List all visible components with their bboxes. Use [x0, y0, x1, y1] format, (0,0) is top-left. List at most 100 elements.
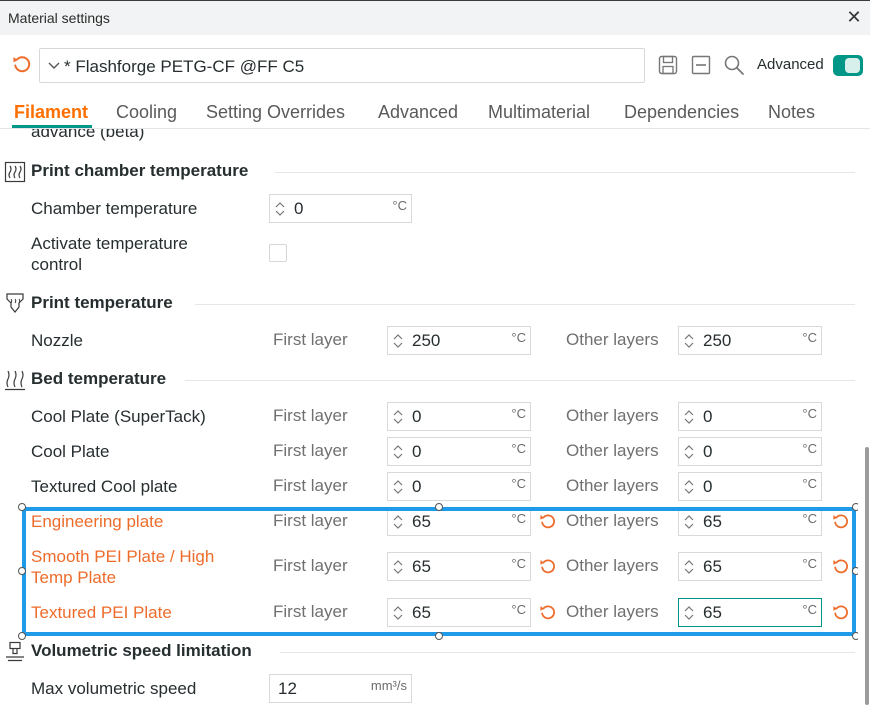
spin-arrows-icon[interactable]	[393, 409, 403, 425]
volumetric-speed-icon	[6, 641, 24, 662]
tab-dependencies[interactable]: Dependencies	[624, 102, 739, 123]
chevron-down-icon	[48, 62, 60, 69]
bed-first-layer-value: 0	[412, 407, 422, 426]
spin-arrows-icon[interactable]	[684, 444, 694, 460]
unit-label: °C	[511, 406, 526, 421]
unit-label: °C	[511, 330, 526, 345]
section-title-volumetric: Volumetric speed limitation	[31, 641, 252, 660]
chamber-temperature-input[interactable]: 0 °C	[269, 194, 412, 223]
bed-other-layers-input[interactable]: 0 °C	[678, 472, 822, 501]
unit-label: °C	[802, 441, 817, 456]
bed-other-layers-input[interactable]: 0 °C	[678, 402, 822, 431]
bed-row-label: Cool Plate (SuperTack)	[31, 407, 206, 426]
resize-handle[interactable]	[852, 503, 858, 511]
unit-label: °C	[392, 198, 407, 213]
search-icon[interactable]	[723, 54, 745, 76]
tab-notes[interactable]: Notes	[768, 102, 815, 123]
tab-bar: Filament Cooling Setting Overrides Advan…	[0, 97, 870, 129]
bed-first-layer-value: 0	[412, 442, 422, 461]
unit-label: mm³/s	[370, 678, 407, 693]
first-layer-label: First layer	[273, 441, 348, 460]
other-layers-label: Other layers	[566, 330, 659, 349]
bed-row-label: Textured Cool plate	[31, 477, 178, 496]
bed-first-layer-value: 0	[412, 477, 422, 496]
bed-temperature-icon	[5, 370, 25, 391]
nozzle-temperature-icon	[6, 293, 24, 313]
spin-arrows-icon[interactable]	[684, 479, 694, 495]
section-title-bed-temp: Bed temperature	[31, 369, 167, 388]
unit-label: °C	[511, 476, 526, 491]
activate-temp-control-checkbox[interactable]	[269, 244, 287, 262]
unit-label: °C	[802, 476, 817, 491]
spin-arrows-icon[interactable]	[684, 409, 694, 425]
max-volumetric-speed-label: Max volumetric speed	[31, 679, 197, 698]
window-title: Material settings	[8, 10, 110, 26]
spin-arrows-icon[interactable]	[393, 333, 403, 349]
section-divider	[275, 172, 855, 173]
bed-first-layer-input[interactable]: 0 °C	[387, 402, 531, 431]
section-title-print-temp: Print temperature	[31, 293, 173, 312]
nozzle-other-layers-value: 250	[703, 331, 732, 350]
preset-bar: * Flashforge PETG-CF @FF C5 Advanced	[0, 35, 870, 97]
preset-combobox[interactable]: * Flashforge PETG-CF @FF C5	[39, 48, 645, 83]
resize-handle[interactable]	[18, 503, 26, 511]
resize-handle[interactable]	[435, 503, 443, 511]
tab-filament[interactable]: Filament	[14, 102, 88, 123]
active-tab-indicator	[12, 125, 92, 128]
preset-name: * Flashforge PETG-CF @FF C5	[64, 57, 305, 76]
first-layer-label: First layer	[273, 476, 348, 495]
unit-label: °C	[802, 330, 817, 345]
bed-other-layers-value: 0	[703, 477, 713, 496]
advanced-toggle[interactable]	[833, 55, 863, 76]
bed-first-layer-input[interactable]: 0 °C	[387, 437, 531, 466]
unit-label: °C	[802, 406, 817, 421]
first-layer-label: First layer	[273, 406, 348, 425]
activate-temp-control-label-2: control	[31, 255, 83, 274]
clipped-setting-label: advance (beta)	[31, 129, 145, 141]
close-icon[interactable]: ✕	[844, 6, 864, 28]
spin-arrows-icon[interactable]	[393, 479, 403, 495]
section-divider	[195, 304, 855, 305]
settings-panel[interactable]: advance (beta) Print chamber temperature…	[0, 129, 858, 705]
vertical-scrollbar[interactable]	[865, 447, 869, 705]
bed-other-layers-value: 0	[703, 407, 713, 426]
nozzle-other-layers-input[interactable]: 250 °C	[678, 326, 822, 355]
reset-preset-icon[interactable]	[11, 53, 33, 75]
spin-arrows-icon[interactable]	[275, 201, 285, 217]
tab-setting-overrides[interactable]: Setting Overrides	[206, 102, 345, 123]
bed-row-label: Cool Plate	[31, 442, 110, 461]
tab-cooling[interactable]: Cooling	[116, 102, 177, 123]
max-volumetric-speed-input[interactable]: 12 mm³/s	[269, 674, 412, 703]
resize-handle[interactable]	[18, 632, 26, 640]
section-divider	[185, 380, 855, 381]
spin-arrows-icon[interactable]	[393, 444, 403, 460]
max-volumetric-speed-value: 12	[278, 679, 297, 698]
section-divider	[280, 652, 855, 653]
tab-multimaterial[interactable]: Multimaterial	[488, 102, 590, 123]
unit-label: °C	[511, 441, 526, 456]
first-layer-label: First layer	[273, 330, 348, 349]
save-icon[interactable]	[657, 54, 679, 76]
resize-handle[interactable]	[435, 632, 443, 640]
resize-handle[interactable]	[18, 567, 26, 575]
section-title-chamber: Print chamber temperature	[31, 161, 249, 180]
toggle-knob	[845, 58, 860, 73]
nozzle-first-layer-input[interactable]: 250 °C	[387, 326, 531, 355]
advanced-label: Advanced	[757, 56, 824, 73]
delete-preset-icon[interactable]	[690, 54, 712, 76]
spin-arrows-icon[interactable]	[684, 333, 694, 349]
resize-handle[interactable]	[852, 567, 858, 575]
chamber-temperature-icon	[4, 161, 26, 183]
resize-handle[interactable]	[852, 632, 858, 640]
activate-temp-control-label-1: Activate temperature	[31, 234, 188, 253]
other-layers-label: Other layers	[566, 476, 659, 495]
other-layers-label: Other layers	[566, 441, 659, 460]
selection-highlight	[22, 507, 856, 636]
nozzle-first-layer-value: 250	[412, 331, 441, 350]
bed-first-layer-input[interactable]: 0 °C	[387, 472, 531, 501]
bed-other-layers-input[interactable]: 0 °C	[678, 437, 822, 466]
nozzle-label: Nozzle	[31, 331, 83, 350]
tab-advanced[interactable]: Advanced	[378, 102, 458, 123]
other-layers-label: Other layers	[566, 406, 659, 425]
chamber-temperature-value: 0	[294, 199, 304, 218]
